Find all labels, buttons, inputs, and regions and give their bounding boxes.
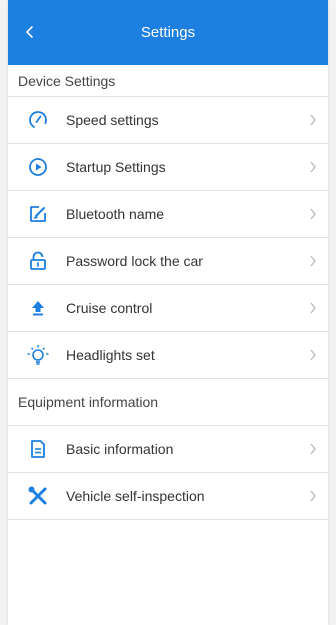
settings-item-password-lock[interactable]: Password lock the car	[8, 238, 328, 285]
settings-item-label: Basic information	[66, 441, 174, 457]
chevron-right-icon	[308, 254, 318, 268]
lightbulb-icon	[26, 343, 50, 367]
top-bar: Settings	[8, 0, 328, 65]
edit-icon	[26, 202, 50, 226]
settings-item-speed[interactable]: Speed settings	[8, 97, 328, 144]
chevron-right-icon	[308, 113, 318, 127]
section-header-equipment-information: Equipment information	[8, 379, 328, 426]
settings-item-bluetooth-name[interactable]: Bluetooth name	[8, 191, 328, 238]
settings-item-headlights[interactable]: Headlights set	[8, 332, 328, 379]
play-circle-icon	[26, 155, 50, 179]
section-header-device-settings: Device Settings	[8, 65, 328, 97]
document-icon	[26, 437, 50, 461]
settings-item-label: Bluetooth name	[66, 206, 165, 222]
settings-item-startup[interactable]: Startup Settings	[8, 144, 328, 191]
settings-item-vehicle-self-inspection[interactable]: Vehicle self-inspection	[8, 473, 328, 520]
settings-item-label: Vehicle self-inspection	[66, 488, 205, 504]
tools-icon	[26, 484, 50, 508]
settings-item-cruise-control[interactable]: Cruise control	[8, 285, 328, 332]
arrow-up-icon	[26, 296, 50, 320]
chevron-right-icon	[308, 348, 318, 362]
settings-item-label: Speed settings	[66, 112, 159, 128]
chevron-right-icon	[308, 301, 318, 315]
speedometer-icon	[26, 108, 50, 132]
settings-screen: Settings Device Settings Speed settings …	[8, 0, 328, 625]
chevron-right-icon	[308, 207, 318, 221]
settings-item-label: Startup Settings	[66, 159, 166, 175]
chevron-right-icon	[308, 160, 318, 174]
page-title: Settings	[140, 24, 196, 41]
settings-item-label: Headlights set	[66, 347, 155, 363]
settings-item-label: Cruise control	[66, 300, 153, 316]
chevron-right-icon	[308, 442, 318, 456]
chevron-right-icon	[308, 489, 318, 503]
lock-icon	[26, 249, 50, 273]
settings-item-basic-information[interactable]: Basic information	[8, 426, 328, 473]
settings-item-label: Password lock the car	[66, 253, 203, 269]
